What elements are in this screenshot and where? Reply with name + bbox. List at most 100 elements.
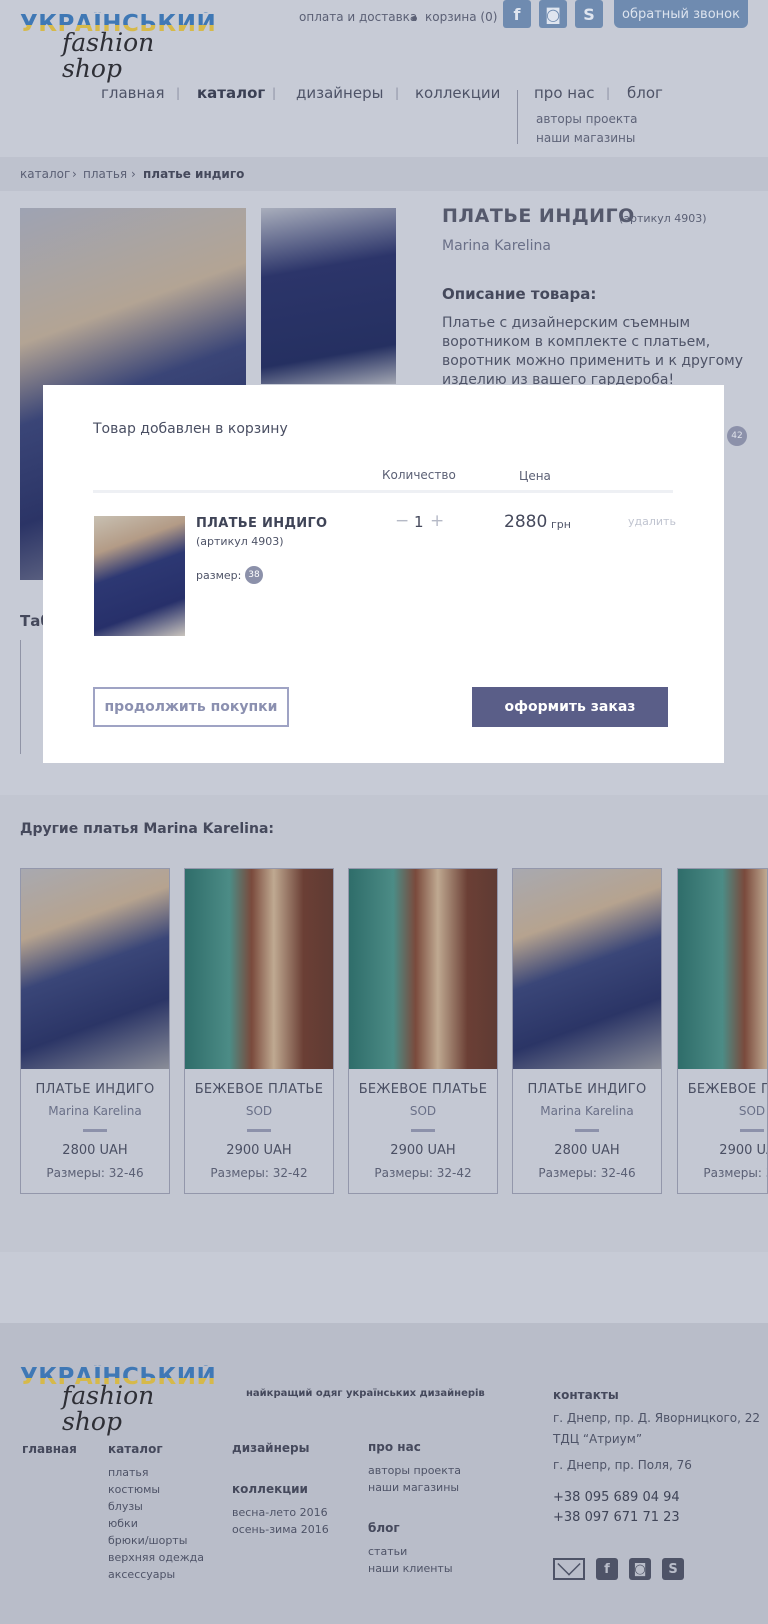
product-card-divider [411, 1129, 435, 1132]
cart-link[interactable]: корзина (0) [425, 10, 497, 24]
nav-blog[interactable]: блог [627, 84, 663, 102]
quantity-value[interactable]: 1 [414, 513, 424, 531]
checkout-button[interactable]: оформить заказ [472, 687, 668, 727]
product-card-sizes: Размеры: 32-42 [374, 1166, 472, 1180]
breadcrumb-catalog[interactable]: каталог [20, 167, 70, 181]
footer-link[interactable]: блузы [108, 1500, 143, 1513]
cart-item-size-label: размер: [196, 569, 242, 582]
nav-separator: | [395, 86, 400, 100]
cart-item-currency: грн [551, 518, 571, 531]
footer-link[interactable]: весна-лето 2016 [232, 1506, 328, 1519]
product-card[interactable]: БЕЖЕВОЕ ПЛАТЬЕ SOD 2900 UAH Размеры: 32-42 [348, 868, 498, 1194]
callback-button[interactable]: обратный звонок [614, 0, 748, 28]
nav-about[interactable]: про нас [534, 84, 595, 102]
footer-link[interactable]: статьи [368, 1545, 407, 1558]
submenu-stores[interactable]: наши магазины [536, 131, 635, 145]
footer-link[interactable]: брюки/шорты [108, 1534, 187, 1547]
logo[interactable]: УКРАЇНСЬКИЙ fashion shop [20, 12, 220, 82]
product-card-name[interactable]: БЕЖЕВОЕ ПЛАТЬЕ [185, 1082, 333, 1097]
product-card[interactable]: БЕЖЕВОЕ ПЛАТЬЕ SOD 2900 UAH Размеры: 32-42 [184, 868, 334, 1194]
product-card-image[interactable] [21, 869, 169, 1069]
quantity-increase-button[interactable]: + [430, 511, 444, 531]
product-card[interactable]: БЕЖЕВОЕ ПЛАТЬЕ SOD 2900 UAH Размеры: 32-42 [677, 868, 768, 1194]
product-card-image[interactable] [349, 869, 497, 1069]
delete-item-button[interactable]: удалить [628, 515, 676, 528]
skype-icon[interactable]: S [575, 0, 603, 28]
payment-delivery-link[interactable]: оплата и доставка [299, 10, 417, 24]
footer-blog[interactable]: блог [368, 1521, 400, 1535]
product-card-price: 2900 UAH [719, 1143, 767, 1158]
link-separator [412, 16, 417, 21]
footer-link[interactable]: авторы проекта [368, 1464, 461, 1477]
product-card-name[interactable]: ПЛАТЬЕ ИНДИГО [513, 1082, 661, 1097]
facebook-icon[interactable]: f [596, 1558, 618, 1580]
product-card[interactable]: ПЛАТЬЕ ИНДИГО Marina Karelina 2800 UAH Разм… [20, 868, 170, 1194]
submenu-authors[interactable]: авторы проекта [536, 112, 637, 126]
product-card-name[interactable]: БЕЖЕВОЕ ПЛАТЬЕ [678, 1082, 767, 1097]
product-card-image[interactable] [513, 869, 661, 1069]
product-article: (артикул 4903) [619, 212, 707, 225]
product-card-name[interactable]: БЕЖЕВОЕ ПЛАТЬЕ [349, 1082, 497, 1097]
product-card-sizes: Размеры: 32-46 [46, 1166, 144, 1180]
footer-tagline: найкращий одяг українських дизайнерів [246, 1388, 485, 1399]
phone-1[interactable]: +38 095 689 04 94 [553, 1490, 680, 1505]
footer-logo[interactable]: УКРАЇНСЬКИЙ fashion shop [20, 1365, 220, 1435]
product-card-brand: Marina Karelina [48, 1104, 142, 1118]
footer-home[interactable]: главная [22, 1442, 77, 1456]
added-to-cart-modal: Товар добавлен в корзину Количество Цена… [43, 385, 724, 763]
mail-icon[interactable] [553, 1558, 585, 1580]
chevron-right-icon: › [131, 167, 136, 181]
chevron-right-icon: › [72, 167, 77, 181]
product-card-name[interactable]: ПЛАТЬЕ ИНДИГО [21, 1082, 169, 1097]
footer-link[interactable]: осень-зима 2016 [232, 1523, 329, 1536]
product-card-price: 2900 UAH [390, 1143, 456, 1158]
column-quantity: Количество [382, 468, 456, 482]
product-card-divider [575, 1129, 599, 1132]
product-card-brand: Marina Karelina [540, 1104, 634, 1118]
footer-link[interactable]: костюмы [108, 1483, 160, 1496]
footer-link[interactable]: аксессуары [108, 1568, 175, 1581]
footer-about[interactable]: про нас [368, 1440, 421, 1454]
product-card-price: 2800 UAH [62, 1143, 128, 1158]
footer-designers[interactable]: дизайнеры [232, 1441, 309, 1455]
product-brand[interactable]: Marina Karelina [442, 238, 551, 254]
footer-link[interactable]: юбки [108, 1517, 138, 1530]
product-thumb-photo[interactable] [261, 208, 396, 384]
footer-link[interactable]: платья [108, 1466, 148, 1479]
address-2: г. Днепр, пр. Поля, 76 [553, 1458, 692, 1472]
nav-collections[interactable]: коллекции [415, 84, 500, 102]
nav-catalog[interactable]: каталог [197, 84, 265, 102]
footer-collections[interactable]: коллекции [232, 1482, 308, 1496]
instagram-icon[interactable]: ◙ [629, 1558, 651, 1580]
footer-link[interactable]: верхняя одежда [108, 1551, 204, 1564]
product-card-image[interactable] [678, 869, 767, 1069]
cart-item-name[interactable]: ПЛАТЬЕ ИНДИГО [196, 516, 327, 531]
nav-home[interactable]: главная [101, 84, 165, 102]
continue-shopping-button[interactable]: продолжить покупки [93, 687, 289, 727]
facebook-icon[interactable]: f [503, 0, 531, 28]
product-card-image[interactable] [185, 869, 333, 1069]
nav-designers[interactable]: дизайнеры [296, 84, 383, 102]
product-card-divider [83, 1129, 107, 1132]
instagram-icon[interactable]: ◙ [539, 0, 567, 28]
product-card-brand: SOD [738, 1104, 766, 1118]
size-option[interactable]: 42 [727, 426, 747, 446]
breadcrumb-dresses[interactable]: платья [83, 167, 127, 181]
footer-link[interactable]: наши магазины [368, 1481, 459, 1494]
address-1-mall: ТДЦ “Атриум” [553, 1432, 643, 1446]
contacts-heading: контакты [553, 1388, 619, 1402]
product-card[interactable]: ПЛАТЬЕ ИНДИГО Marina Karelina 2800 UAH Разм… [512, 868, 662, 1194]
product-card-sizes: Размеры: 32-46 [538, 1166, 636, 1180]
breadcrumb-current: платье индиго [143, 167, 245, 181]
nav-separator: | [176, 86, 181, 100]
cart-item-image [94, 516, 185, 636]
skype-icon[interactable]: S [662, 1558, 684, 1580]
quantity-decrease-button[interactable]: − [395, 511, 409, 531]
cart-item-price: 2880 [504, 512, 548, 532]
footer-catalog[interactable]: каталог [108, 1442, 163, 1456]
product-title: ПЛАТЬЕ ИНДИГО [442, 205, 635, 227]
footer-link[interactable]: наши клиенты [368, 1562, 453, 1575]
product-card-brand: SOD [409, 1104, 437, 1118]
product-card-sizes: Размеры: 32-42 [210, 1166, 308, 1180]
phone-2[interactable]: +38 097 671 71 23 [553, 1510, 680, 1525]
